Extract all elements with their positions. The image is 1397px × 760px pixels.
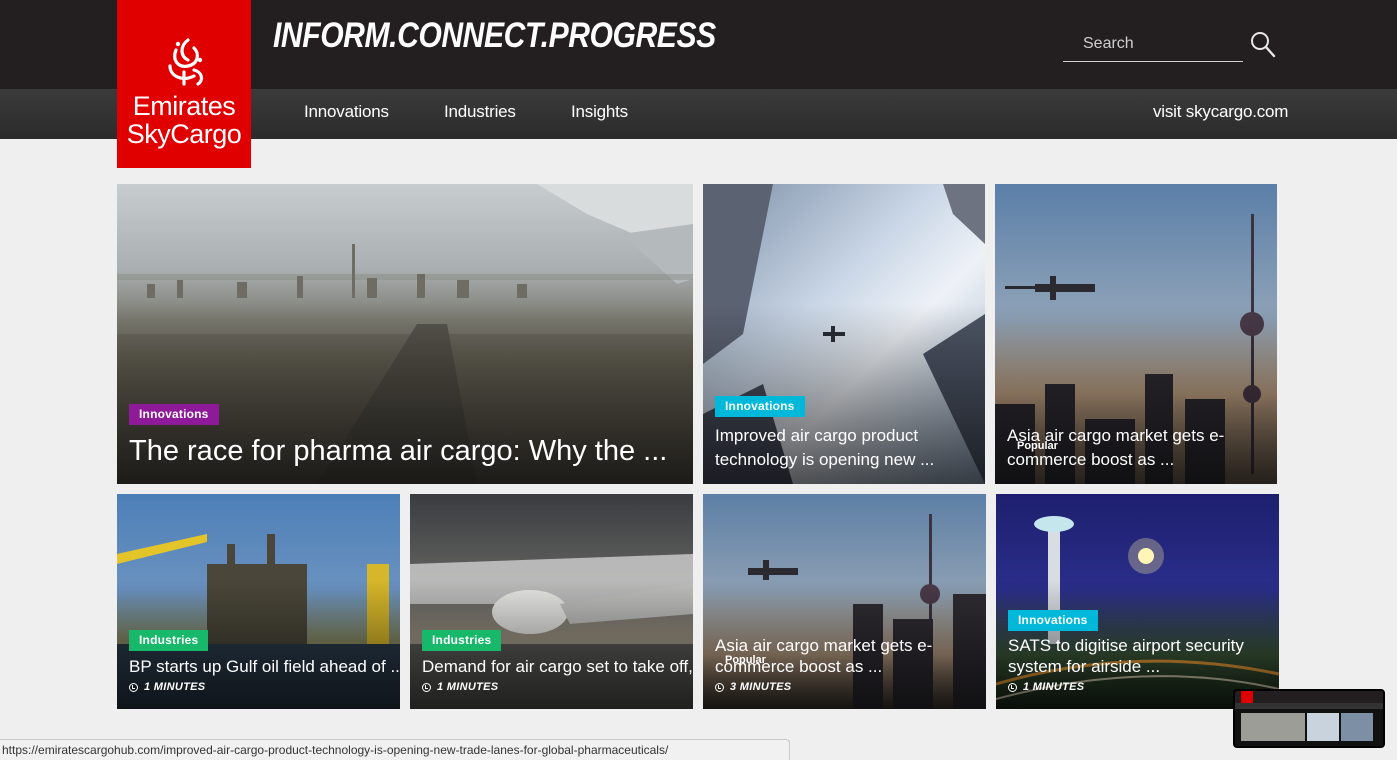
read-time: 1 MINUTES bbox=[422, 681, 498, 693]
article-title[interactable]: Improved air cargo product technology is… bbox=[715, 424, 977, 472]
article-card[interactable]: Popular Asia air cargo market gets e-com… bbox=[995, 184, 1277, 484]
clock-icon bbox=[715, 682, 724, 692]
category-tag[interactable]: Innovations bbox=[715, 396, 805, 417]
search-icon bbox=[1251, 32, 1276, 58]
article-card-featured[interactable]: Innovations The race for pharma air carg… bbox=[117, 184, 693, 484]
category-tag[interactable]: Innovations bbox=[1008, 610, 1098, 631]
clock-icon bbox=[1008, 682, 1017, 692]
read-time-value: 1 MINUTES bbox=[1023, 681, 1085, 693]
clock-icon bbox=[422, 682, 431, 692]
nav-item-innovations[interactable]: Innovations bbox=[304, 102, 389, 122]
article-card[interactable]: Innovations Improved air cargo product t… bbox=[703, 184, 985, 484]
search-box bbox=[1063, 30, 1243, 62]
read-time-value: 3 MINUTES bbox=[730, 681, 792, 693]
read-time: 1 MINUTES bbox=[1008, 681, 1084, 693]
emirates-skycargo-logo[interactable]: Emirates SkyCargo bbox=[117, 0, 251, 168]
clock-icon bbox=[129, 682, 138, 692]
browser-status-url: https://emiratescargohub.com/improved-ai… bbox=[0, 739, 790, 760]
page-preview-image bbox=[1235, 691, 1383, 741]
calligraphy-emblem-icon bbox=[168, 38, 204, 86]
logo-text-emirates: Emirates bbox=[132, 91, 236, 121]
category-tag[interactable]: Industries bbox=[129, 630, 209, 651]
article-title[interactable]: The race for pharma air cargo: Why the .… bbox=[129, 434, 667, 468]
visit-skycargo-link[interactable]: visit skycargo.com bbox=[1153, 102, 1288, 122]
article-card[interactable]: Innovations SATS to digitise airport sec… bbox=[996, 494, 1279, 709]
logo-text-skycargo: SkyCargo bbox=[126, 119, 242, 149]
read-time-value: 1 MINUTES bbox=[144, 681, 206, 693]
read-time: 1 MINUTES bbox=[129, 681, 205, 693]
search-input[interactable] bbox=[1063, 30, 1233, 58]
search-button[interactable] bbox=[1250, 30, 1276, 58]
nav-item-industries[interactable]: Industries bbox=[444, 102, 516, 122]
category-tag[interactable]: Industries bbox=[422, 630, 502, 651]
article-card[interactable]: Industries Demand for air cargo set to t… bbox=[410, 494, 693, 709]
screenshot-thumbnail-preview[interactable] bbox=[1233, 689, 1385, 748]
read-time-value: 1 MINUTES bbox=[437, 681, 499, 693]
category-tag[interactable]: Innovations bbox=[129, 404, 219, 425]
site-tagline: INFORM.CONNECT.PROGRESS bbox=[273, 16, 716, 55]
nav-item-insights[interactable]: Insights bbox=[571, 102, 628, 122]
read-time: 3 MINUTES bbox=[715, 681, 791, 693]
article-card[interactable]: Industries BP starts up Gulf oil field a… bbox=[117, 494, 400, 709]
article-title[interactable]: Demand for air cargo set to take off, ..… bbox=[422, 655, 693, 679]
article-title[interactable]: BP starts up Gulf oil field ahead of ... bbox=[129, 655, 400, 679]
article-title[interactable]: SATS to digitise airport security system… bbox=[1008, 635, 1279, 677]
article-title[interactable]: Asia air cargo market gets e-commerce bo… bbox=[715, 635, 986, 677]
article-card[interactable]: Popular Asia air cargo market gets e-com… bbox=[703, 494, 986, 709]
article-title[interactable]: Asia air cargo market gets e-commerce bo… bbox=[1007, 424, 1269, 472]
